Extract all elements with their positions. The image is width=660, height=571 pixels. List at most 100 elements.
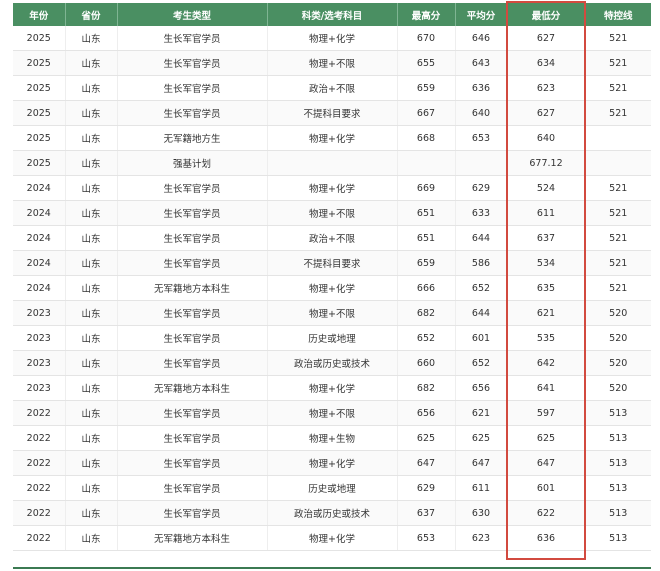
max-score-cell: 682 <box>397 300 456 326</box>
year-cell: 2025 <box>13 150 66 176</box>
candidate-type-cell: 生长军官学员 <box>117 50 268 76</box>
subject-cell: 物理+化学 <box>267 375 398 401</box>
avg-score-cell: 611 <box>455 475 508 501</box>
subject-cell: 不提科目要求 <box>267 100 398 126</box>
table-row: 2022 山东 生长军官学员 物理+不限 656 621 597 513 <box>13 400 651 426</box>
avg-score-cell: 652 <box>455 275 508 301</box>
min-score-cell: 634 <box>507 50 586 76</box>
admission-scores-table: 年份 省份 考生类型 科类/选考科目 最高分 平均分 最低分 特控线 2025 山东 生长军官学员… <box>13 3 651 551</box>
candidate-type-cell: 生长军官学员 <box>117 500 268 526</box>
province-cell: 山东 <box>65 525 118 551</box>
subject-cell: 物理+生物 <box>267 425 398 451</box>
max-score-cell: 659 <box>397 250 456 276</box>
control-line-cell: 513 <box>585 425 651 451</box>
candidate-type-header: 考生类型 <box>117 3 268 26</box>
min-score-cell: 627 <box>507 26 586 51</box>
table-row: 2025 山东 强基计划 677.12 <box>13 150 651 176</box>
min-score-cell: 677.12 <box>507 150 586 176</box>
control-line-cell: 513 <box>585 475 651 501</box>
avg-score-cell: 636 <box>455 75 508 101</box>
year-cell: 2022 <box>13 475 66 501</box>
province-cell: 山东 <box>65 200 118 226</box>
min-score-cell: 524 <box>507 175 586 201</box>
avg-score-cell: 656 <box>455 375 508 401</box>
year-cell: 2023 <box>13 300 66 326</box>
year-cell: 2022 <box>13 525 66 551</box>
control-line-cell <box>585 150 651 176</box>
subject-cell: 物理+不限 <box>267 400 398 426</box>
max-score-cell: 651 <box>397 225 456 251</box>
avg-score-cell: 643 <box>455 50 508 76</box>
avg-score-header: 平均分 <box>455 3 508 26</box>
control-line-cell: 521 <box>585 175 651 201</box>
province-cell: 山东 <box>65 325 118 351</box>
avg-score-cell: 621 <box>455 400 508 426</box>
candidate-type-cell: 生长军官学员 <box>117 26 268 51</box>
max-score-cell: 660 <box>397 350 456 376</box>
min-score-cell: 636 <box>507 525 586 551</box>
min-score-cell: 627 <box>507 100 586 126</box>
max-score-header: 最高分 <box>397 3 456 26</box>
min-score-cell: 622 <box>507 500 586 526</box>
table-row: 2023 山东 生长军官学员 政治或历史或技术 660 652 642 520 <box>13 350 651 376</box>
subject-cell: 物理+化学 <box>267 26 398 51</box>
subject-cell: 政治+不限 <box>267 225 398 251</box>
table-row: 2025 山东 无军籍地方生 物理+化学 668 653 640 <box>13 125 651 151</box>
min-score-cell: 611 <box>507 200 586 226</box>
candidate-type-cell: 无军籍地方本科生 <box>117 525 268 551</box>
table-row: 2022 山东 无军籍地方本科生 物理+化学 653 623 636 513 <box>13 525 651 551</box>
max-score-cell <box>397 150 456 176</box>
subject-cell: 政治或历史或技术 <box>267 350 398 376</box>
province-cell: 山东 <box>65 350 118 376</box>
subject-cell: 物理+化学 <box>267 175 398 201</box>
table-row: 2024 山东 生长军官学员 不提科目要求 659 586 534 521 <box>13 250 651 276</box>
year-cell: 2024 <box>13 225 66 251</box>
province-cell: 山东 <box>65 26 118 51</box>
table-row: 2023 山东 生长军官学员 物理+不限 682 644 621 520 <box>13 300 651 326</box>
min-score-cell: 637 <box>507 225 586 251</box>
table-row: 2024 山东 生长军官学员 政治+不限 651 644 637 521 <box>13 225 651 251</box>
province-cell: 山东 <box>65 375 118 401</box>
candidate-type-cell: 生长军官学员 <box>117 250 268 276</box>
control-line-cell: 521 <box>585 50 651 76</box>
subject-cell: 物理+不限 <box>267 50 398 76</box>
avg-score-cell: 644 <box>455 300 508 326</box>
province-cell: 山东 <box>65 125 118 151</box>
candidate-type-cell: 生长军官学员 <box>117 350 268 376</box>
subject-cell: 政治+不限 <box>267 75 398 101</box>
province-cell: 山东 <box>65 100 118 126</box>
min-score-cell: 642 <box>507 350 586 376</box>
max-score-cell: 659 <box>397 75 456 101</box>
province-cell: 山东 <box>65 500 118 526</box>
candidate-type-cell: 生长军官学员 <box>117 225 268 251</box>
avg-score-cell: 629 <box>455 175 508 201</box>
max-score-cell: 656 <box>397 400 456 426</box>
subject-cell: 物理+化学 <box>267 125 398 151</box>
candidate-type-cell: 生长军官学员 <box>117 400 268 426</box>
year-cell: 2023 <box>13 375 66 401</box>
min-score-cell: 534 <box>507 250 586 276</box>
min-score-cell: 597 <box>507 400 586 426</box>
subject-cell: 物理+不限 <box>267 300 398 326</box>
max-score-cell: 668 <box>397 125 456 151</box>
max-score-cell: 637 <box>397 500 456 526</box>
province-cell: 山东 <box>65 400 118 426</box>
min-score-cell: 621 <box>507 300 586 326</box>
subject-cell: 物理+化学 <box>267 275 398 301</box>
year-cell: 2024 <box>13 250 66 276</box>
control-line-cell: 521 <box>585 26 651 51</box>
control-line-cell: 513 <box>585 525 651 551</box>
candidate-type-cell: 生长军官学员 <box>117 425 268 451</box>
control-line-cell: 521 <box>585 100 651 126</box>
year-cell: 2024 <box>13 175 66 201</box>
year-cell: 2022 <box>13 400 66 426</box>
candidate-type-cell: 生长军官学员 <box>117 450 268 476</box>
avg-score-cell: 630 <box>455 500 508 526</box>
province-cell: 山东 <box>65 50 118 76</box>
control-line-cell: 521 <box>585 75 651 101</box>
candidate-type-cell: 生长军官学员 <box>117 300 268 326</box>
table-row: 2024 山东 生长军官学员 物理+化学 669 629 524 521 <box>13 175 651 201</box>
candidate-type-cell: 生长军官学员 <box>117 100 268 126</box>
table-row: 2023 山东 无军籍地方本科生 物理+化学 682 656 641 520 <box>13 375 651 401</box>
year-cell: 2025 <box>13 125 66 151</box>
